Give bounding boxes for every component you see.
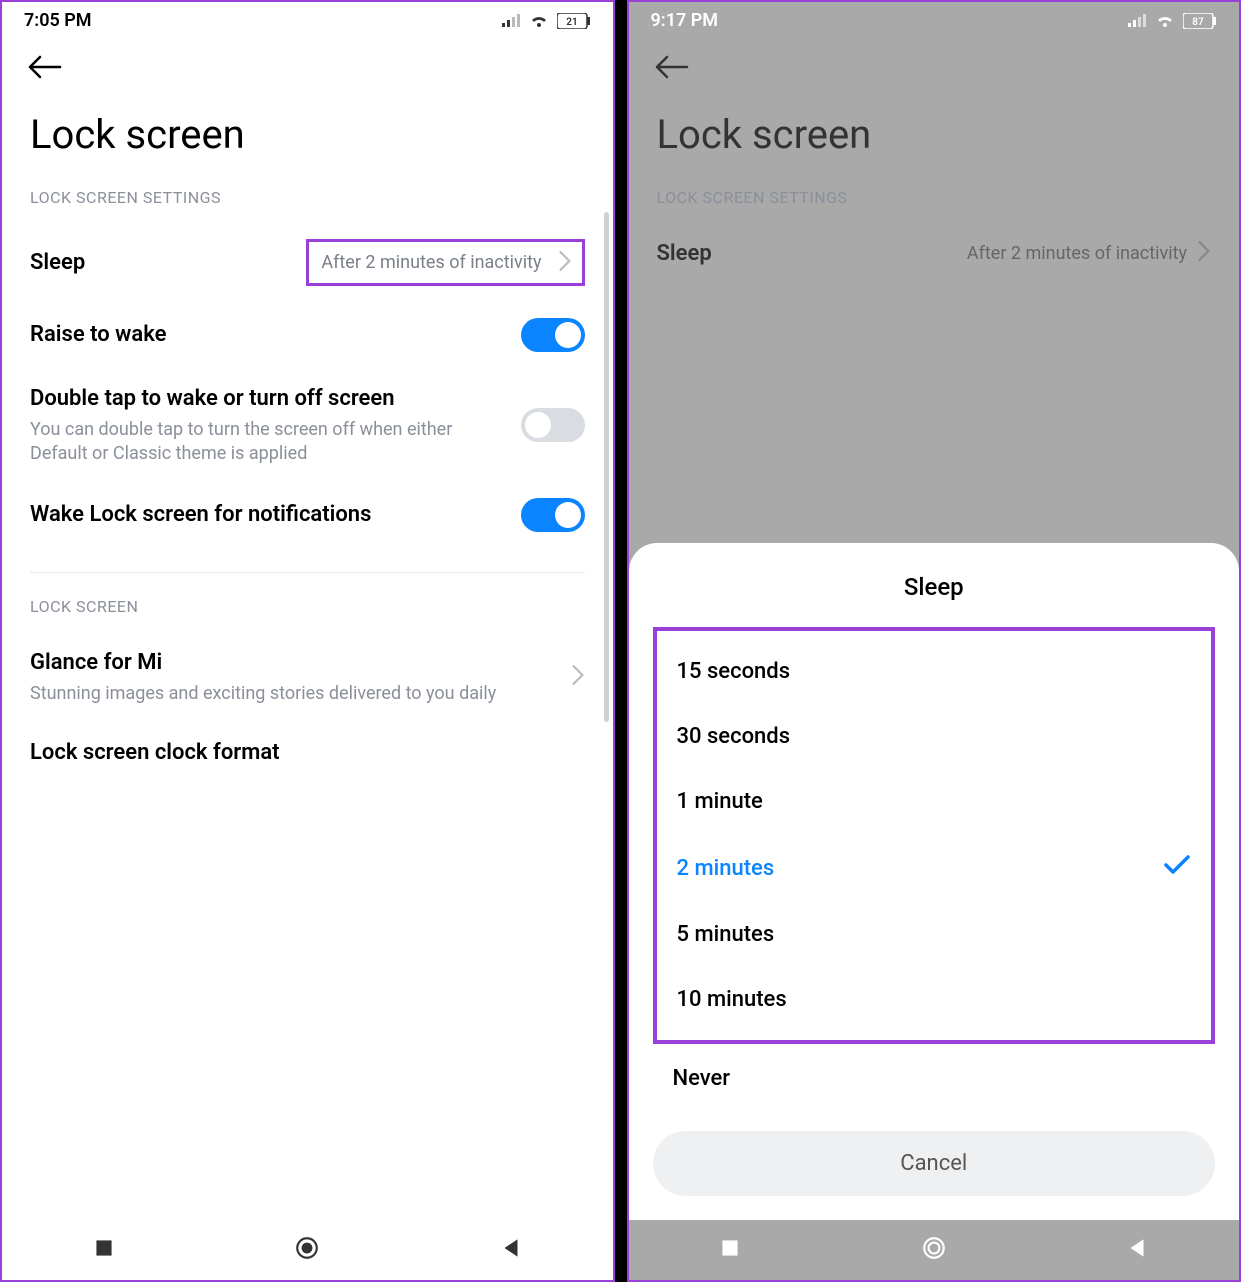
check-icon: [1163, 854, 1191, 882]
toggle-raise-to-wake[interactable]: [521, 318, 585, 352]
setting-glance[interactable]: Glance for Mi Stunning images and exciti…: [2, 632, 613, 722]
setting-sleep[interactable]: Sleep After 2 minutes of inactivity: [2, 223, 613, 302]
option-never[interactable]: Never: [653, 1044, 1216, 1113]
section-label: LOCK SCREEN SETTINGS: [629, 188, 1240, 223]
phone-screen-left: 7:05 PM 21 Lock screen LOCK SCREEN SETTI…: [0, 0, 615, 1282]
back-row: [2, 35, 613, 93]
status-icons: 87: [1127, 13, 1217, 29]
section-label: LOCK SCREEN SETTINGS: [2, 188, 613, 223]
option-5-minutes[interactable]: 5 minutes: [657, 902, 1212, 967]
battery-icon: 21: [557, 13, 591, 29]
option-15-seconds[interactable]: 15 seconds: [657, 639, 1212, 704]
phone-screen-right: 9:17 PM 87 Lock screen LOCK SCREEN SETTI…: [627, 0, 1241, 1282]
nav-back-icon[interactable]: [1124, 1235, 1150, 1265]
status-time: 9:17 PM: [651, 10, 719, 31]
setting-value: After 2 minutes of inactivity: [321, 252, 541, 273]
back-arrow-icon[interactable]: [653, 66, 689, 85]
option-2-minutes[interactable]: 2 minutes: [657, 834, 1212, 902]
nav-recent-icon[interactable]: [717, 1235, 743, 1265]
setting-double-tap[interactable]: Double tap to wake or turn off screen Yo…: [2, 368, 613, 482]
svg-text:87: 87: [1192, 17, 1204, 28]
setting-raise-to-wake[interactable]: Raise to wake: [2, 302, 613, 368]
section-label: LOCK SCREEN: [2, 597, 613, 632]
toggle-double-tap[interactable]: [521, 408, 585, 442]
status-icons: 21: [501, 13, 591, 29]
setting-clock-format[interactable]: Lock screen clock format: [2, 722, 613, 784]
wifi-icon: [529, 14, 549, 28]
setting-subtitle: Stunning images and exciting stories del…: [30, 682, 559, 706]
signal-icon: [1127, 14, 1147, 28]
page-title: Lock screen: [2, 93, 613, 188]
nav-home-icon[interactable]: [921, 1235, 947, 1265]
nav-home-icon[interactable]: [294, 1235, 320, 1265]
chevron-right-icon: [558, 250, 572, 276]
chevron-right-icon: [1197, 240, 1211, 267]
cancel-button[interactable]: Cancel: [653, 1131, 1216, 1196]
status-bar: 7:05 PM 21: [2, 2, 613, 35]
nav-back-icon[interactable]: [498, 1235, 524, 1265]
wifi-icon: [1155, 14, 1175, 28]
nav-bar: [629, 1220, 1240, 1280]
chevron-right-icon: [571, 664, 585, 690]
setting-title: Sleep: [30, 248, 294, 278]
setting-title: Sleep: [657, 239, 955, 269]
option-30-seconds[interactable]: 30 seconds: [657, 704, 1212, 769]
nav-recent-icon[interactable]: [91, 1235, 117, 1265]
page-title: Lock screen: [629, 93, 1240, 188]
back-arrow-icon[interactable]: [26, 66, 62, 85]
option-10-minutes[interactable]: 10 minutes: [657, 967, 1212, 1032]
setting-title: Wake Lock screen for notifications: [30, 500, 509, 530]
setting-title: Lock screen clock format: [30, 738, 573, 768]
setting-value: After 2 minutes of inactivity: [967, 240, 1211, 267]
highlight-options-box: 15 seconds 30 seconds 1 minute 2 minutes…: [653, 627, 1216, 1044]
nav-bar: [2, 1220, 613, 1280]
option-1-minute[interactable]: 1 minute: [657, 769, 1212, 834]
setting-wake-notifications[interactable]: Wake Lock screen for notifications: [2, 482, 613, 548]
setting-title: Glance for Mi: [30, 648, 559, 678]
setting-sleep[interactable]: Sleep After 2 minutes of inactivity: [629, 223, 1240, 285]
sleep-options-sheet: Sleep 15 seconds 30 seconds 1 minute 2 m…: [629, 543, 1240, 1220]
signal-icon: [501, 14, 521, 28]
sheet-title: Sleep: [653, 573, 1216, 601]
status-bar: 9:17 PM 87: [629, 2, 1240, 35]
setting-title: Raise to wake: [30, 320, 509, 350]
setting-title: Double tap to wake or turn off screen: [30, 384, 509, 414]
status-time: 7:05 PM: [24, 10, 92, 31]
back-row: [629, 35, 1240, 93]
svg-text:21: 21: [566, 17, 577, 28]
toggle-wake-notifications[interactable]: [521, 498, 585, 532]
battery-icon: 87: [1183, 13, 1217, 29]
divider: [30, 572, 585, 573]
setting-subtitle: You can double tap to turn the screen of…: [30, 418, 509, 467]
highlight-sleep-value: After 2 minutes of inactivity: [306, 239, 584, 286]
